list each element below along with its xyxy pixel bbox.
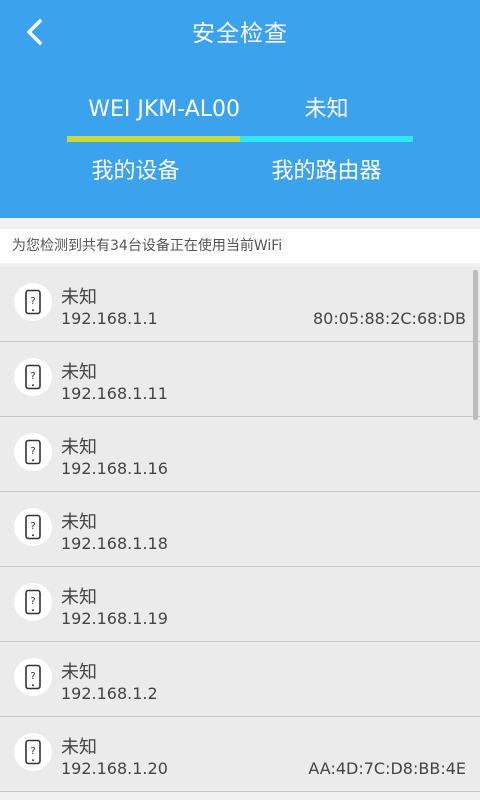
device-list: ? 未知 192.168.1.1 80:05:88:2C:68:DB ? 未知 … <box>0 267 480 800</box>
unknown-phone-icon: ? <box>14 283 52 321</box>
device-ip: 192.168.1.2 <box>61 684 158 703</box>
header: 安全检查 WEI JKM-AL00 未知 我的设备 我的路由器 <box>0 0 480 218</box>
list-item[interactable]: ? 未知 192.168.1.2 <box>0 642 480 717</box>
device-name: 未知 <box>61 287 97 308</box>
device-router-compare: WEI JKM-AL00 未知 <box>67 88 413 144</box>
unknown-phone-icon: ? <box>14 658 52 696</box>
compare-bar-left <box>67 136 240 142</box>
device-name: 未知 <box>61 737 97 758</box>
device-ip: 192.168.1.11 <box>61 384 168 403</box>
device-mac: 80:05:88:2C:68:DB <box>312 309 466 328</box>
device-ip: 192.168.1.1 <box>61 309 158 328</box>
svg-text:?: ? <box>30 296 35 307</box>
list-item[interactable]: ? 未知 192.168.1.1 80:05:88:2C:68:DB <box>0 267 480 342</box>
list-item[interactable]: ? 未知 192.168.1.18 <box>0 492 480 567</box>
svg-text:?: ? <box>30 746 35 757</box>
device-name: 未知 <box>61 437 97 458</box>
unknown-phone-icon: ? <box>14 583 52 621</box>
compare-right-router-name: 未知 <box>304 97 349 122</box>
svg-text:?: ? <box>30 596 35 607</box>
page-title: 安全检查 <box>192 21 288 47</box>
device-name: 未知 <box>61 362 97 383</box>
list-item[interactable]: ? 未知 192.168.1.11 <box>0 342 480 417</box>
unknown-phone-icon: ? <box>14 508 52 546</box>
device-name: 未知 <box>61 587 97 608</box>
svg-text:?: ? <box>30 671 35 682</box>
svg-text:?: ? <box>30 446 35 457</box>
device-ip: 192.168.1.18 <box>61 534 168 553</box>
device-count-notice: 为您检测到共有34台设备正在使用当前WiFi <box>0 229 480 263</box>
compare-labels: 我的设备 我的路由器 <box>67 150 413 194</box>
device-mac: AA:4D:7C:D8:BB:4E <box>308 759 466 778</box>
unknown-phone-icon: ? <box>14 733 52 771</box>
scrollbar[interactable] <box>473 270 478 420</box>
svg-text:?: ? <box>30 521 35 532</box>
unknown-phone-icon: ? <box>14 433 52 471</box>
compare-bar-right <box>240 136 413 142</box>
tab-my-device[interactable]: 我的设备 <box>49 150 222 194</box>
unknown-phone-icon: ? <box>14 358 52 396</box>
list-item[interactable]: ? 未知 192.168.1.16 <box>0 417 480 492</box>
device-ip: 192.168.1.16 <box>61 459 168 478</box>
compare-left-device-name: WEI JKM-AL00 <box>67 88 240 132</box>
compare-left-text: WEI JKM-AL00 <box>88 97 240 122</box>
device-ip: 192.168.1.20 <box>61 759 168 778</box>
device-ip: 192.168.1.19 <box>61 609 168 628</box>
list-item[interactable]: ? 未知 192.168.1.20 AA:4D:7C:D8:BB:4E <box>0 717 480 792</box>
svg-text:?: ? <box>30 371 35 382</box>
device-name: 未知 <box>61 662 97 683</box>
device-name: 未知 <box>61 512 97 533</box>
tab-my-router[interactable]: 我的路由器 <box>240 150 413 194</box>
list-item[interactable]: ? 未知 192.168.1.19 <box>0 567 480 642</box>
